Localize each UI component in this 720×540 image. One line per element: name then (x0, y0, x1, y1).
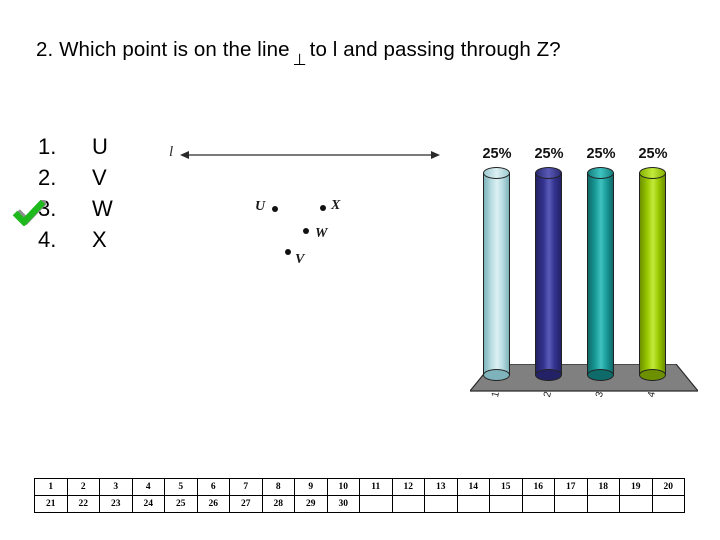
number-grid-cell-1-7[interactable]: 7 (229, 478, 263, 496)
number-grid-cell-2-8[interactable]: 28 (261, 495, 295, 513)
number-grid-cell-2-4[interactable]: 24 (131, 495, 165, 513)
geometry-figure: l U X W V (165, 136, 445, 276)
figure-point-v-dot (285, 249, 291, 255)
number-grid-cell-2-11[interactable] (359, 495, 393, 513)
number-grid-cell-1-20[interactable]: 20 (651, 478, 685, 496)
bar-2 (535, 167, 562, 381)
number-grid-cell-1-10[interactable]: 10 (326, 478, 360, 496)
figure-point-u-label: U (255, 199, 266, 214)
question-text: 2. Which point is on the line ⊥ to l and p… (36, 36, 636, 69)
number-grid-cell-2-9[interactable]: 29 (294, 495, 328, 513)
figure-point-x-label: X (331, 198, 341, 213)
number-grid-cell-2-16[interactable] (521, 495, 555, 513)
question-prefix: 2. Which point is on the line (36, 38, 290, 61)
answer-choice-1-label: U (92, 134, 108, 159)
question-suffix: to l and passing through Z? (309, 38, 561, 61)
number-grid-cell-2-19[interactable] (619, 495, 653, 513)
figure-point-x-dot (320, 205, 326, 211)
answer-choice-2-number: 2. (38, 165, 57, 190)
number-grid-cell-1-3[interactable]: 3 (99, 478, 133, 496)
number-grid-cell-2-17[interactable] (554, 495, 588, 513)
bar-4 (639, 167, 666, 381)
number-grid-cell-1-1[interactable]: 1 (34, 478, 68, 496)
response-number-grid: 1 2 3 4 5 6 7 8 9 10 11 12 13 14 15 16 17 18 19 20 21 22 23 24 2… (34, 478, 685, 513)
bar-1-value-label: 25% (482, 146, 512, 162)
perpendicular-icon: ⊥ (292, 50, 307, 69)
number-grid-cell-1-11[interactable]: 11 (359, 478, 393, 496)
bar-4-value-label: 25% (638, 146, 668, 162)
number-grid-cell-1-19[interactable]: 19 (619, 478, 653, 496)
number-grid-body: 1 2 3 4 5 6 7 8 9 10 11 12 13 14 15 16 17 18 19 20 21 22 23 24 2… (34, 478, 685, 513)
answer-choice-2-label: V (92, 165, 107, 190)
answer-choice-3-label: W (92, 196, 113, 221)
number-grid-cell-1-14[interactable]: 14 (456, 478, 490, 496)
number-grid-cell-1-6[interactable]: 6 (196, 478, 230, 496)
number-grid-cell-2-6[interactable]: 26 (196, 495, 230, 513)
answer-choice-3-number: 3. (38, 196, 57, 221)
bar-2-value-label: 25% (534, 146, 564, 162)
number-grid-cell-1-13[interactable]: 13 (424, 478, 458, 496)
slide-canvas: 2. Which point is on the line ⊥ to l and p… (0, 0, 720, 540)
number-grid-cell-2-14[interactable] (456, 495, 490, 513)
number-grid-cell-2-1[interactable]: 21 (34, 495, 68, 513)
number-grid-cell-1-16[interactable]: 16 (521, 478, 555, 496)
number-grid-cell-1-15[interactable]: 15 (489, 478, 523, 496)
number-grid-cell-1-18[interactable]: 18 (586, 478, 620, 496)
figure-point-u-dot (272, 206, 278, 212)
number-grid-cell-2-12[interactable] (391, 495, 425, 513)
number-grid-row: 1 2 3 4 5 6 7 8 9 10 11 12 13 14 15 16 17 18 19 20 (34, 478, 685, 496)
figure-point-w-label: W (315, 226, 328, 241)
number-grid-cell-2-13[interactable] (424, 495, 458, 513)
figure-point-w-dot (303, 228, 309, 234)
number-grid-cell-2-10[interactable]: 30 (326, 495, 360, 513)
number-grid-cell-2-3[interactable]: 23 (99, 495, 133, 513)
number-grid-cell-2-2[interactable]: 22 (66, 495, 100, 513)
number-grid-row: 21 22 23 24 25 26 27 28 29 30 (34, 495, 685, 513)
number-grid-cell-2-15[interactable] (489, 495, 523, 513)
number-grid-cell-2-7[interactable]: 27 (229, 495, 263, 513)
number-grid-cell-1-8[interactable]: 8 (261, 478, 295, 496)
number-grid-cell-1-5[interactable]: 5 (164, 478, 198, 496)
number-grid-cell-1-2[interactable]: 2 (66, 478, 100, 496)
answer-choice-1-number: 1. (38, 134, 57, 159)
number-grid-cell-1-9[interactable]: 9 (294, 478, 328, 496)
figure-line-svg (180, 151, 440, 159)
results-bar-chart: 25% 1 25% 2 25% 3 25% 4 (462, 146, 707, 411)
number-grid-cell-2-18[interactable] (586, 495, 620, 513)
answer-choice-4-number: 4. (38, 227, 57, 252)
number-grid-cell-1-4[interactable]: 4 (131, 478, 165, 496)
figure-point-v-label: V (295, 252, 305, 267)
number-grid-cell-1-17[interactable]: 17 (554, 478, 588, 496)
number-grid-cell-2-20[interactable] (651, 495, 685, 513)
bar-3-value-label: 25% (586, 146, 616, 162)
bar-3 (587, 167, 614, 381)
bar-1 (483, 167, 510, 381)
answer-choice-4-label: X (92, 227, 107, 252)
number-grid-cell-1-12[interactable]: 12 (391, 478, 425, 496)
number-grid-cell-2-5[interactable]: 25 (164, 495, 198, 513)
